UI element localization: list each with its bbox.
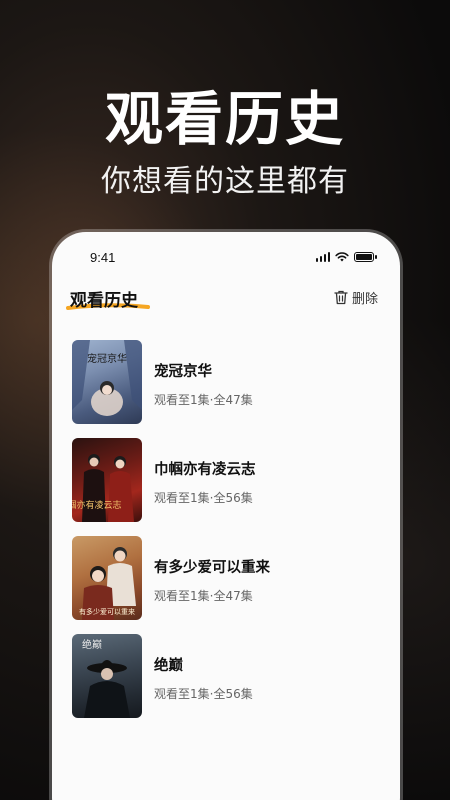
item-info: 有多少爱可以重来 观看至1集·全47集 <box>154 536 270 604</box>
watch-progress: 观看至1集·全56集 <box>154 687 253 701</box>
show-title: 绝巅 <box>154 658 183 674</box>
poster-art: 宠冠京华 <box>72 340 142 416</box>
poster-title-text: 巾帼亦有凌云志 <box>72 499 122 511</box>
item-info: 宠冠京华 观看至1集·全47集 <box>154 340 253 408</box>
watch-progress: 观看至1集·全56集 <box>154 491 253 505</box>
poster-image: 巾帼亦有凌云志 <box>72 438 142 522</box>
hero-title: 观看历史 <box>104 85 345 153</box>
history-item[interactable]: 巾帼亦有凌云志 巾帼亦有凌云志 观看至1集·全56集 <box>72 438 382 536</box>
status-bar: 9:41 <box>52 232 400 282</box>
hero-subtitle: 你想看的这里都有 <box>101 164 349 199</box>
status-time: 9:41 <box>90 250 116 265</box>
phone-mockup: 9:41 观看历史 删除 宠冠京华 宠冠京华 观看至1集·全47集 亦有凌云志 … <box>52 232 400 800</box>
poster-art: 有多少爱可以重来 <box>79 547 136 620</box>
history-item[interactable]: 有多少爱可以重来 有多少爱可以重来 观看至1集·全47集 <box>72 536 382 634</box>
delete-button[interactable]: 删除 <box>334 288 378 307</box>
poster-title-text: 宠冠京华 <box>87 352 127 365</box>
history-item[interactable]: 宠冠京华 宠冠京华 观看至1集·全47集 <box>72 340 382 438</box>
poster-image: 宠冠京华 <box>72 340 142 424</box>
watch-progress: 观看至1集·全47集 <box>154 589 253 603</box>
poster-title-text: 有多少爱可以重来 <box>79 607 135 616</box>
page-title: 观看历史 <box>70 291 138 311</box>
history-list: 宠冠京华 宠冠京华 观看至1集·全47集 巾帼亦有凌云志 <box>72 340 382 732</box>
show-title: 有多少爱可以重来 <box>154 560 270 576</box>
delete-label: 删除 <box>351 292 378 307</box>
watch-progress: 观看至1集·全47集 <box>154 393 253 407</box>
poster-art: 巾帼亦有凌云志 <box>72 454 134 522</box>
page-header: 观看历史 删除 <box>52 284 400 320</box>
poster-image: 绝巅 <box>72 634 142 718</box>
signal-icon <box>315 252 330 262</box>
trash-icon <box>334 290 348 305</box>
poster-image: 有多少爱可以重来 <box>72 536 142 620</box>
poster-art: 绝巅 <box>82 638 130 718</box>
history-item[interactable]: 绝巅 绝巅 观看至1集·全56集 <box>72 634 382 732</box>
item-info: 绝巅 观看至1集·全56集 <box>154 634 253 702</box>
show-title: 宠冠京华 <box>154 364 212 380</box>
battery-icon <box>354 252 377 262</box>
wifi-icon <box>335 252 349 262</box>
poster-title-text: 绝巅 <box>82 638 102 651</box>
status-icons <box>315 252 377 262</box>
page-title-wrap: 观看历史 <box>66 286 150 311</box>
show-title: 巾帼亦有凌云志 <box>154 462 256 478</box>
item-info: 巾帼亦有凌云志 观看至1集·全56集 <box>154 438 256 506</box>
